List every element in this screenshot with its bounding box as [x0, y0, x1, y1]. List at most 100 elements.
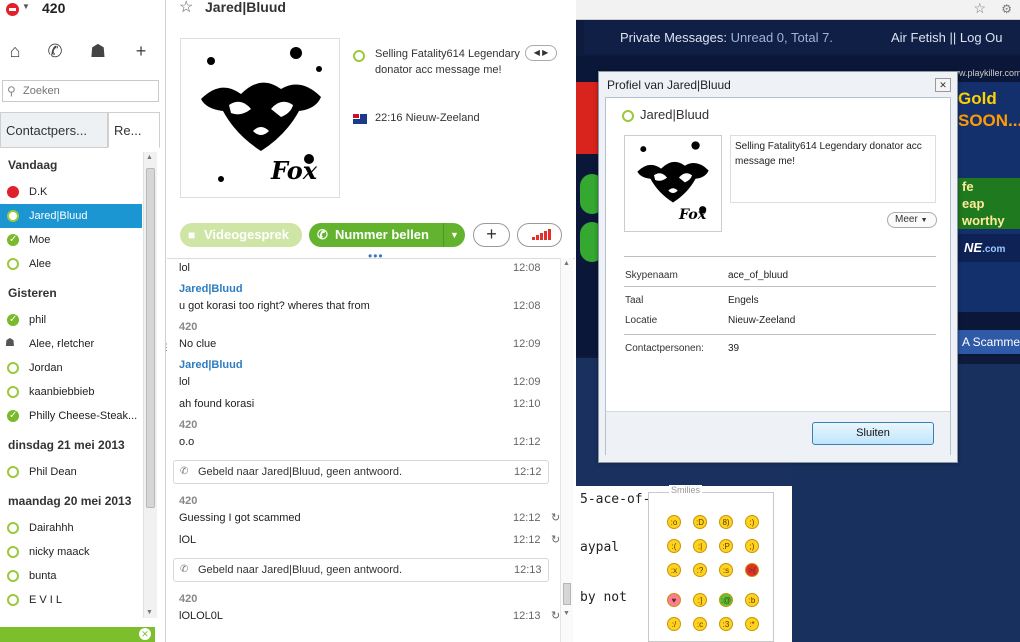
sidebar-toolbar: ⌂ ✆ ☗ + [0, 38, 166, 66]
smiley-icon[interactable]: :@ [719, 593, 733, 607]
forum-category[interactable]: A Scamme [958, 330, 1020, 354]
avatar[interactable]: Fox [180, 38, 340, 198]
list-item[interactable]: nicky maack [0, 540, 142, 564]
list-item[interactable]: Jordan [0, 356, 142, 380]
list-item[interactable]: Jared|Bluud [0, 204, 142, 228]
signal-bar [536, 235, 539, 240]
scroll-down-icon[interactable]: ▼ [146, 609, 153, 616]
smiley-icon[interactable]: :s [719, 563, 733, 577]
list-item[interactable]: Phil Dean [0, 460, 142, 484]
list-item[interactable]: D.K [0, 180, 142, 204]
home-icon[interactable]: ⌂ [2, 38, 28, 64]
smiley-icon[interactable]: :D [693, 515, 707, 529]
contact-name: nicky maack [29, 546, 90, 558]
smiley-icon[interactable]: :? [693, 563, 707, 577]
call-event: ✆ Gebeld naar Jared|Bluud, geen antwoord.… [173, 460, 549, 484]
search-input[interactable] [23, 83, 155, 99]
smiley-icon[interactable]: :( [667, 539, 681, 553]
my-status-row[interactable]: ▼ 420 [0, 0, 166, 22]
video-call-button[interactable]: ■ Videogesprek [180, 223, 302, 247]
smiley-icon[interactable]: :/ [667, 617, 681, 631]
ad-text: Gold SOON... [958, 89, 1020, 130]
more-button[interactable]: Meer ▼ [887, 212, 937, 228]
signal-bar [548, 229, 551, 240]
smiley-icon[interactable]: :) [745, 515, 759, 529]
contact-name: D.K [29, 186, 48, 198]
dnd-status-icon[interactable] [6, 3, 19, 16]
list-item[interactable]: Alee [0, 252, 142, 276]
smiley-icon[interactable]: :c [693, 617, 707, 631]
bookmark-star-icon[interactable]: ☆ [973, 0, 986, 17]
scroll-up-icon[interactable]: ▲ [563, 260, 570, 267]
list-item[interactable]: ☗ Alee, ғletcher [0, 332, 142, 356]
list-item[interactable]: Philly Cheese-Steak... [0, 404, 142, 428]
add-people-button[interactable]: + [473, 223, 510, 247]
close-icon[interactable]: ✕ [935, 78, 951, 92]
scroll-up-icon[interactable]: ▲ [146, 154, 153, 161]
contact-name: bunta [29, 570, 57, 582]
tab-contacts[interactable]: Contactpers... [0, 112, 108, 148]
call-quality-button[interactable] [517, 223, 562, 247]
offline-status-icon [7, 466, 19, 478]
message-author: 420 [179, 321, 198, 333]
wrench-icon[interactable]: ⚙ [1001, 2, 1012, 16]
tab-recent[interactable]: Re... [108, 112, 160, 148]
smiley-icon[interactable]: ;) [745, 539, 759, 553]
list-item[interactable]: bunta [0, 564, 142, 588]
chevron-down-icon[interactable]: ▼ [443, 223, 465, 247]
scrollbar-thumb[interactable] [146, 168, 155, 508]
smiley-icon[interactable]: :3 [719, 617, 733, 631]
private-messages-link[interactable]: Private Messages: Unread 0, Total 7. [620, 20, 833, 56]
mood-nav-arrows[interactable]: ◀ ▶ [525, 45, 557, 61]
smiley-icon[interactable]: :b [745, 593, 759, 607]
my-name[interactable]: 420 [42, 0, 65, 16]
field-value: Engels [728, 295, 759, 306]
phone-icon[interactable]: ✆ [42, 38, 68, 64]
close-icon[interactable]: ✕ [139, 628, 151, 640]
scroll-down-icon[interactable]: ▼ [563, 610, 570, 617]
smiley-icon[interactable]: :] [693, 593, 707, 607]
new-zealand-flag-icon [353, 114, 367, 124]
smiley-icon[interactable]: 8) [719, 515, 733, 529]
contact-list-scrollbar[interactable]: ▲ ▼ [143, 152, 157, 618]
chevron-down-icon[interactable]: ▼ [22, 2, 30, 11]
list-item[interactable]: Dairahhh [0, 516, 142, 540]
star-icon[interactable]: ☆ [179, 0, 193, 17]
smiley-icon[interactable]: :x [667, 563, 681, 577]
field-label: Locatie [625, 315, 658, 326]
nav-links[interactable]: Air Fetish || Log Ou [891, 20, 1003, 56]
phone-icon: ✆ [317, 227, 328, 242]
browser-address-bar[interactable]: ☆ ⚙ [576, 0, 1020, 20]
contact-name: Philly Cheese-Steak... [29, 410, 138, 422]
field-value: ace_of_bluud [728, 270, 789, 281]
smiley-icon[interactable]: ♥ [667, 593, 681, 607]
smiley-icon[interactable]: :* [745, 617, 759, 631]
scrollbar-thumb[interactable] [563, 583, 571, 605]
list-item[interactable]: Moe [0, 228, 142, 252]
offline-status-icon [7, 386, 19, 398]
list-item[interactable]: phil [0, 308, 142, 332]
site-navbar: Private Messages: Unread 0, Total 7. Air… [584, 20, 1020, 54]
call-button[interactable]: ✆ Nummer bellen ▼ [309, 223, 465, 247]
contact-name: kaanbiebbieb [29, 386, 95, 398]
promo-banner[interactable]: ✕ [0, 627, 155, 642]
close-button[interactable]: Sluiten [812, 422, 934, 445]
list-item[interactable]: E V I L [0, 588, 142, 612]
list-item[interactable]: kaanbiebbieb [0, 380, 142, 404]
chat-scrollbar[interactable]: ▲ ▼ [560, 258, 573, 642]
message-author: Jared|Bluud [179, 359, 243, 371]
add-contact-icon[interactable]: + [128, 38, 154, 64]
contact-name: Jordan [29, 362, 63, 374]
profile-body: Jared|Bluud Fox Selling Fatality614 Lege… [605, 97, 951, 455]
search-box[interactable]: ⚲ [2, 80, 159, 102]
smiley-icon[interactable]: :o [667, 515, 681, 529]
profile-dialog: Profiel van Jared|Bluud ✕ Jared|Bluud Fo… [598, 71, 958, 463]
smiley-icon[interactable]: >( [745, 563, 759, 577]
field-label: Taal [625, 295, 644, 306]
online-status-icon [7, 404, 19, 428]
contact-name: Jared|Bluud [29, 210, 88, 222]
group-icon[interactable]: ☗ [85, 38, 111, 64]
contact-name: E V I L [29, 594, 63, 606]
smiley-icon[interactable]: :P [719, 539, 733, 553]
smiley-icon[interactable]: :| [693, 539, 707, 553]
